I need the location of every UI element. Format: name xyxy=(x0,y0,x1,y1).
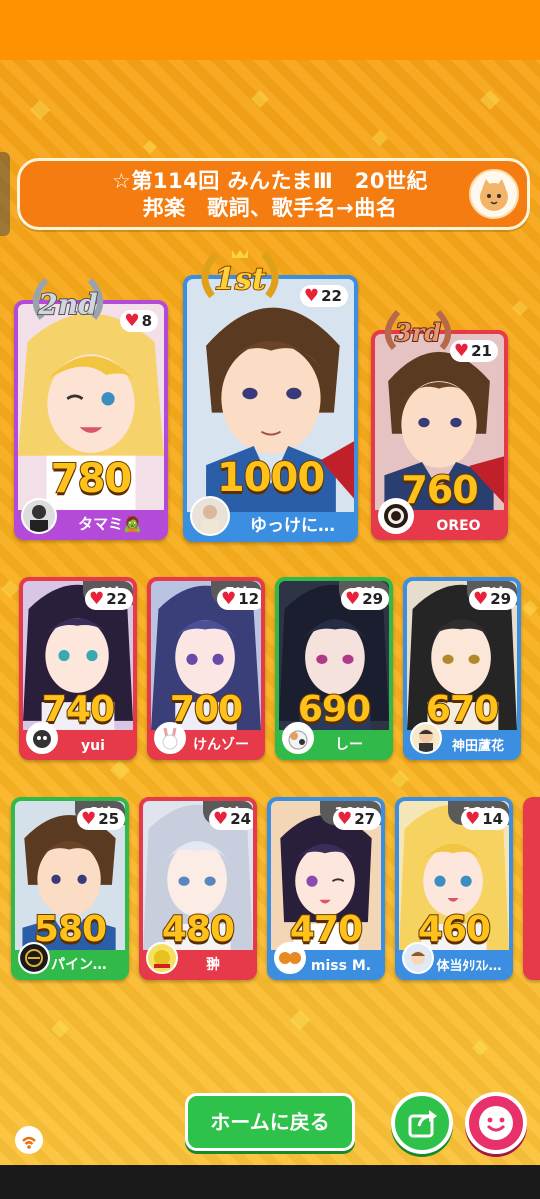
like-count[interactable]: ♥ 22 xyxy=(85,588,133,610)
player-avatar xyxy=(154,722,186,754)
player-avatar xyxy=(190,496,230,536)
like-count[interactable]: ♥ 29 xyxy=(469,588,517,610)
like-count[interactable]: ♥ 8 xyxy=(120,310,158,332)
quiz-author-avatar[interactable] xyxy=(469,169,519,219)
like-count[interactable]: ♥ 27 xyxy=(333,808,381,830)
smile-icon xyxy=(479,1106,513,1140)
rank-label: 1st xyxy=(213,261,267,298)
score: 1000 xyxy=(216,454,326,502)
player-avatar xyxy=(26,722,58,754)
like-count[interactable]: ♥ 25 xyxy=(77,808,125,830)
ranking-card-11th[interactable]: 460 11th ♥14 体当ﾀﾘｽﾚ… xyxy=(395,797,513,980)
rank-badge-1st: 1st xyxy=(196,246,284,308)
ranking-card-next[interactable] xyxy=(523,797,540,980)
ranking-card-2nd[interactable]: 780 ♥ 8 タマミ🧟 xyxy=(14,300,168,540)
navigation-bar xyxy=(0,1165,540,1199)
status-bar xyxy=(0,0,540,60)
like-count[interactable]: ♥ 21 xyxy=(449,340,498,362)
rank-label: 3rd xyxy=(394,317,442,348)
heart-icon: ♥ xyxy=(465,808,481,829)
like-count-value: 29 xyxy=(490,590,512,608)
quiz-title-line2: 邦楽 歌詞、歌手名→曲名 xyxy=(142,196,398,220)
like-count-value: 29 xyxy=(362,590,384,608)
home-button[interactable]: ホームに戻る xyxy=(185,1093,355,1151)
heart-icon: ♥ xyxy=(303,285,320,306)
ranking-card-10th[interactable]: 470 10th ♥27 miss M. xyxy=(267,797,385,980)
player-name: miss M. xyxy=(310,958,372,974)
heart-icon: ♥ xyxy=(213,808,229,829)
ranking-card-9th[interactable]: 480 9th ♥24 翀 xyxy=(139,797,257,980)
ranking-card-3rd[interactable]: 760 ♥ 21 OREO xyxy=(371,330,508,540)
like-count-value: 24 xyxy=(230,810,252,828)
ranking-card-6th[interactable]: 690 6th ♥29 しー xyxy=(275,577,393,760)
player-avatar xyxy=(378,498,414,534)
like-count[interactable]: ♥ 12 xyxy=(217,588,261,610)
like-count-value: 8 xyxy=(141,312,152,330)
like-count[interactable]: ♥ 22 xyxy=(299,285,348,307)
heart-icon: ♥ xyxy=(221,588,237,609)
heart-icon: ♥ xyxy=(473,588,489,609)
ranking-card-4th[interactable]: 740 4th ♥22 yui xyxy=(19,577,137,760)
like-count-value: 25 xyxy=(98,810,120,828)
player-avatar xyxy=(18,942,50,974)
like-count-value: 12 xyxy=(238,590,260,608)
heart-icon: ♥ xyxy=(124,310,140,331)
player-name: パインフ… xyxy=(51,957,119,973)
connection-indicator xyxy=(15,1126,43,1154)
player-avatar xyxy=(21,498,57,534)
like-count[interactable]: ♥ 24 xyxy=(209,808,253,830)
cat-icon xyxy=(480,179,508,211)
player-name: ゆっけに… xyxy=(250,516,335,536)
rank-label: 2nd xyxy=(37,287,98,322)
heart-icon: ♥ xyxy=(453,340,470,361)
player-avatar xyxy=(402,942,434,974)
like-count[interactable]: ♥ 29 xyxy=(341,588,389,610)
player-name: yui xyxy=(81,738,105,754)
quiz-title-banner: ☆第114回 みんたまⅢ 20世紀 邦楽 歌詞、歌手名→曲名 xyxy=(17,158,530,230)
rank-badge-3rd: 3rd xyxy=(380,306,456,358)
player-name: 体当ﾀﾘｽﾚ… xyxy=(436,959,502,974)
quiz-title-line1: ☆第114回 みんたまⅢ 20世紀 xyxy=(112,169,428,193)
heart-icon: ♥ xyxy=(81,808,97,829)
player-name: タマミ🧟 xyxy=(78,515,142,533)
player-avatar xyxy=(146,942,178,974)
share-icon xyxy=(408,1110,437,1138)
ranking-card-8th[interactable]: 580 8th ♥25 パインフ… xyxy=(11,797,129,980)
score: 780 xyxy=(50,455,134,503)
like-count[interactable]: ♥ 14 xyxy=(461,808,509,830)
share-button[interactable] xyxy=(391,1092,453,1154)
like-count-value: 14 xyxy=(482,810,504,828)
wifi-icon xyxy=(22,1136,36,1149)
ranking-card-7th[interactable]: 670 7th ♥29 神田蘆花 xyxy=(403,577,521,760)
player-name: 神田蘆花 xyxy=(451,739,504,754)
player-avatar xyxy=(282,722,314,754)
player-name: OREO xyxy=(436,518,481,534)
player-avatar xyxy=(274,942,306,974)
like-count-value: 22 xyxy=(321,287,342,305)
like-count-value: 27 xyxy=(354,810,376,828)
player-name: しー xyxy=(335,737,363,753)
heart-icon: ♥ xyxy=(337,808,353,829)
heart-icon: ♥ xyxy=(345,588,361,609)
side-handle[interactable] xyxy=(0,152,10,236)
like-count-value: 22 xyxy=(106,590,128,608)
quiz-title: ☆第114回 みんたまⅢ 20世紀 邦楽 歌詞、歌手名→曲名 xyxy=(60,168,480,222)
player-name: けんゾー xyxy=(193,737,249,753)
player-avatar xyxy=(410,722,442,754)
heart-icon: ♥ xyxy=(89,588,105,609)
reaction-button[interactable] xyxy=(465,1092,527,1154)
rank-badge-2nd: 2nd xyxy=(28,274,108,330)
ranking-card-5th[interactable]: 700 5th ♥12 けんゾー xyxy=(147,577,265,760)
ranking-card-1st[interactable]: 1000 ♥ 22 ゆっけに… xyxy=(183,275,358,542)
player-name: 翀 xyxy=(206,957,220,973)
like-count-value: 21 xyxy=(471,342,492,360)
